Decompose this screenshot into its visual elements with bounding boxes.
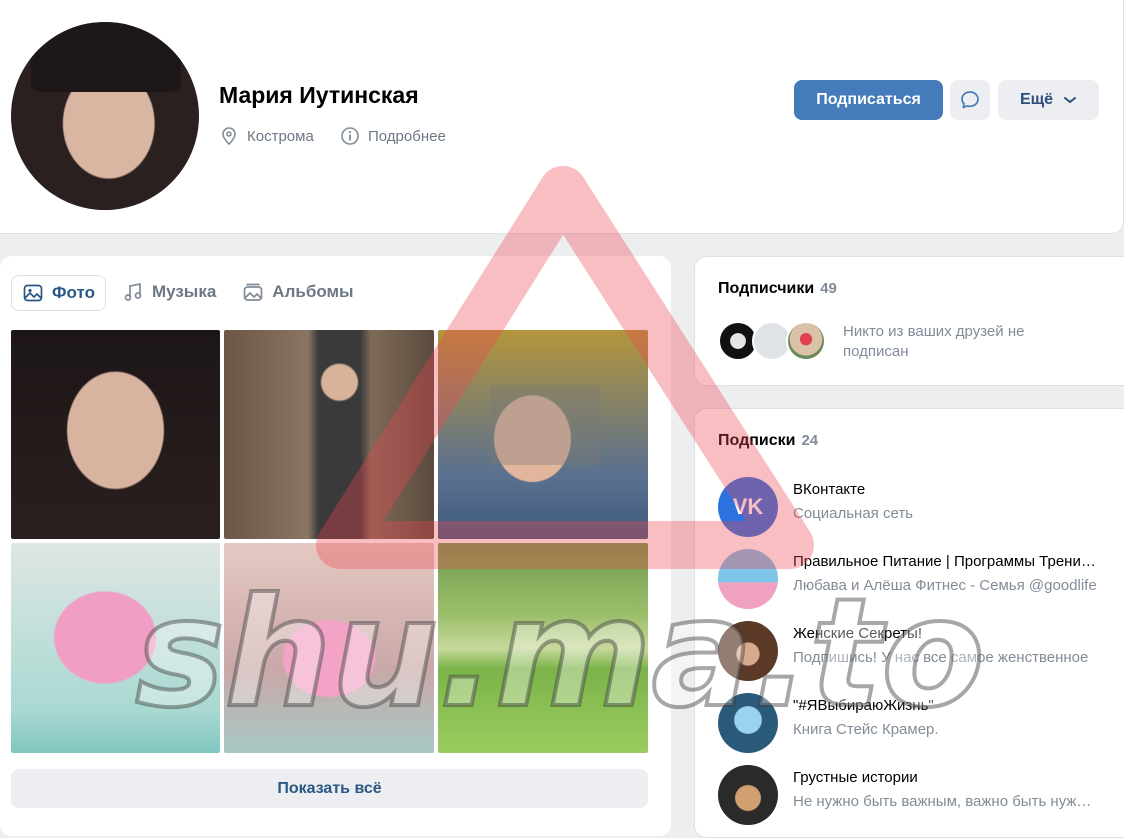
subscriptions-title[interactable]: Подписки 24 (718, 432, 818, 450)
followers-count: 49 (820, 280, 837, 297)
item-title: ВКонтакте (793, 481, 866, 498)
media-tabs: Фото Музыка Альбомы (11, 275, 364, 311)
image-icon (23, 284, 43, 302)
item-title: Грустные истории (793, 769, 918, 786)
subscriptions-title-label: Подписки (718, 432, 796, 449)
photo-thumbnail[interactable] (224, 330, 434, 539)
avatar[interactable] (786, 321, 826, 361)
list-item[interactable]: "#ЯВыбираюЖизнь" Книга Стейс Крамер. (718, 693, 1108, 753)
group-avatar (718, 765, 778, 825)
message-button[interactable] (950, 80, 990, 120)
profile-name: Мария Иутинская (219, 82, 419, 108)
city-label: Кострома (247, 127, 314, 145)
item-desc: Не нужно быть важным, важно быть нужным (793, 793, 1098, 810)
message-icon (961, 91, 979, 109)
photo-thumbnail[interactable] (11, 543, 220, 753)
item-title: Правильное Питание | Программы Тренирово… (793, 553, 1098, 570)
chevron-down-icon (1064, 97, 1077, 104)
list-item[interactable]: Женские Секреты! Подпишись! У нас все са… (718, 621, 1108, 681)
location-icon (222, 127, 236, 146)
list-item[interactable]: Грустные истории Не нужно быть важным, в… (718, 765, 1108, 825)
tab-albums[interactable]: Альбомы (232, 275, 363, 309)
list-item[interactable]: Правильное Питание | Программы Тренирово… (718, 549, 1108, 609)
item-desc: Любава и Алёша Фитнес - Семья @goodlife (793, 577, 1097, 594)
group-avatar (718, 693, 778, 753)
follower-avatars (718, 321, 826, 361)
vk-logo-icon: VK (718, 477, 778, 537)
followers-title[interactable]: Подписчики 49 (718, 280, 837, 298)
item-desc: Социальная сеть (793, 505, 913, 522)
subscribe-button[interactable]: Подписаться (794, 80, 943, 120)
subscriptions-count: 24 (801, 432, 819, 449)
more-label: Ещё (1019, 91, 1054, 108)
city-info: Кострома (219, 125, 314, 147)
album-icon (243, 283, 263, 301)
tab-label: Фото (52, 283, 95, 302)
music-icon (124, 282, 142, 301)
tab-photos[interactable]: Фото (11, 275, 106, 311)
photo-thumbnail[interactable] (224, 543, 434, 753)
tab-label: Музыка (151, 282, 217, 301)
photo-thumbnail[interactable] (438, 543, 648, 753)
group-avatar (718, 621, 778, 681)
item-title: Женские Секреты! (793, 625, 922, 642)
followers-note: Никто из ваших друзей не подписан (843, 323, 1025, 360)
photo-thumbnail[interactable] (438, 330, 648, 539)
item-desc: Книга Стейс Крамер. (793, 721, 939, 738)
item-desc: Подпишись! У нас все самое женственное (793, 649, 1089, 666)
show-all-button[interactable]: Показать всё (11, 769, 648, 808)
tab-music[interactable]: Музыка (112, 275, 226, 309)
photo-thumbnail[interactable] (11, 330, 220, 539)
followers-title-label: Подписчики (718, 280, 815, 297)
details-link[interactable]: Подробнее (340, 125, 446, 147)
item-title: "#ЯВыбираюЖизнь" (793, 697, 934, 714)
photo-grid (11, 330, 648, 753)
info-icon (341, 127, 359, 145)
list-item[interactable]: VK ВКонтакте Социальная сеть (718, 477, 1108, 537)
tab-label: Альбомы (272, 282, 354, 301)
details-label: Подробнее (368, 127, 446, 145)
more-button[interactable]: Ещё (998, 80, 1099, 120)
profile-avatar[interactable] (11, 22, 199, 210)
group-avatar (718, 549, 778, 609)
